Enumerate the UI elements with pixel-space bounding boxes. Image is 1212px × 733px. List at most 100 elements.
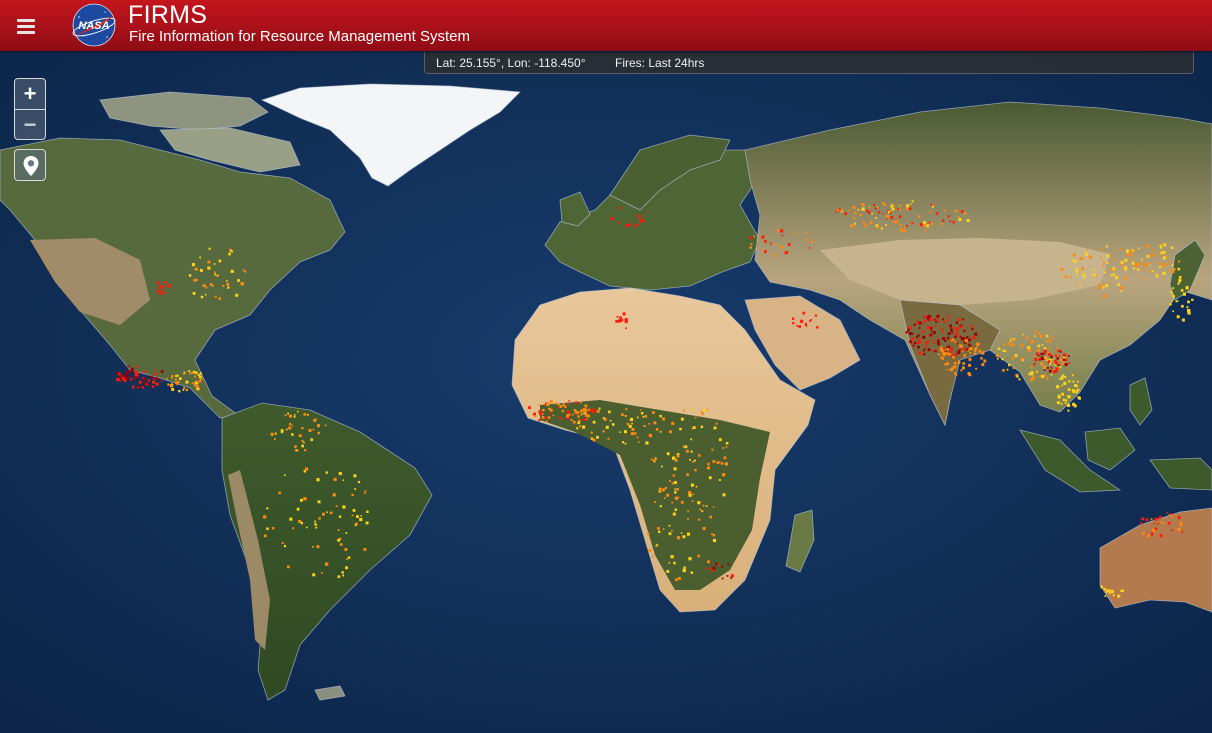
- fire-detection-point: [1106, 261, 1109, 264]
- fire-detection-point: [905, 207, 909, 211]
- fire-detection-point: [769, 242, 772, 245]
- fire-detection-point: [1043, 365, 1047, 369]
- fire-detection-point: [942, 353, 946, 357]
- fire-detection-point: [889, 212, 892, 214]
- fire-detection-point: [590, 409, 594, 413]
- fires-time-filter[interactable]: Fires: Last 24hrs: [615, 52, 704, 74]
- fire-detection-point: [844, 212, 848, 216]
- fire-detection-point: [596, 409, 600, 413]
- fire-detection-point: [610, 217, 614, 221]
- hamburger-menu-icon[interactable]: [12, 12, 40, 40]
- fire-detection-point: [720, 462, 724, 465]
- fire-detection-point: [969, 352, 972, 354]
- fire-detection-point: [625, 327, 627, 330]
- fire-detection-point: [686, 532, 690, 536]
- fire-detection-point: [907, 328, 910, 332]
- fire-detection-point: [576, 427, 579, 430]
- fire-detection-point: [688, 493, 692, 497]
- fire-detection-point: [1079, 257, 1083, 261]
- fire-detection-point: [1008, 363, 1011, 367]
- fire-detection-point: [1001, 358, 1004, 361]
- fire-detection-point: [283, 545, 286, 548]
- fire-detection-point: [1065, 358, 1068, 361]
- fire-detection-point: [1164, 263, 1168, 266]
- fire-detection-point: [941, 357, 944, 360]
- locate-button[interactable]: [14, 149, 46, 181]
- fire-detection-point: [196, 387, 199, 391]
- fire-detection-point: [1171, 515, 1174, 518]
- fire-detection-point: [1161, 265, 1164, 268]
- fire-detection-point: [1040, 362, 1044, 366]
- fire-detection-point: [271, 527, 275, 530]
- fire-detection-point: [1159, 244, 1162, 247]
- fire-detection-point: [1153, 522, 1156, 524]
- fire-detection-point: [1037, 348, 1041, 352]
- fire-detection-point: [364, 490, 367, 492]
- fire-detection-point: [941, 219, 945, 222]
- fire-detection-point: [631, 427, 635, 431]
- fire-detection-point: [676, 454, 680, 458]
- fire-detection-point: [935, 320, 938, 323]
- fire-detection-point: [130, 378, 133, 381]
- fire-detection-point: [573, 409, 577, 412]
- fire-detection-point: [1072, 380, 1075, 383]
- fire-detection-point: [1014, 354, 1018, 357]
- fire-detection-point: [1073, 253, 1076, 257]
- fire-detection-point: [674, 491, 677, 494]
- fire-detection-point: [961, 350, 964, 353]
- fire-detection-point: [335, 505, 338, 507]
- fire-detection-point: [365, 521, 369, 525]
- fire-detection-point: [666, 493, 670, 497]
- fire-detection-point: [183, 371, 186, 374]
- fire-detection-point: [305, 526, 308, 529]
- zoom-in-button[interactable]: +: [15, 79, 45, 109]
- fire-detection-point: [708, 476, 712, 480]
- fire-detection-point: [281, 542, 284, 544]
- fire-detection-point: [1060, 402, 1063, 405]
- fire-detection-point: [672, 512, 676, 516]
- nasa-logo[interactable]: NASA: [69, 3, 119, 47]
- fire-detection-point: [141, 386, 144, 389]
- fire-detection-point: [692, 426, 696, 429]
- world-fire-map[interactable]: [0, 51, 1212, 733]
- fire-detection-point: [936, 314, 940, 318]
- fire-detection-point: [157, 292, 160, 295]
- zoom-out-button[interactable]: −: [15, 110, 45, 139]
- fire-detection-point: [545, 420, 548, 423]
- fire-detection-point: [969, 346, 973, 351]
- fire-detection-point: [978, 349, 982, 353]
- fire-detection-point: [718, 563, 721, 566]
- fire-detection-point: [780, 229, 784, 233]
- fire-detection-point: [169, 384, 173, 388]
- fire-detection-point: [884, 204, 887, 207]
- fire-detection-point: [178, 377, 182, 381]
- fire-detection-point: [724, 462, 728, 466]
- fire-detection-point: [547, 402, 550, 406]
- fire-detection-point: [1156, 261, 1159, 264]
- fire-detection-point: [560, 417, 563, 420]
- fire-detection-point: [1099, 257, 1102, 259]
- fire-detection-point: [905, 331, 908, 334]
- fire-detection-point: [127, 370, 131, 374]
- fire-detection-point: [952, 365, 956, 369]
- map-canvas[interactable]: [0, 51, 1212, 733]
- fire-detection-point: [951, 338, 955, 342]
- fire-detection-point: [1158, 517, 1161, 520]
- fire-detection-point: [353, 474, 357, 478]
- fire-detection-point: [142, 370, 145, 373]
- fire-detection-point: [913, 323, 916, 326]
- fire-detection-point: [207, 260, 211, 264]
- fire-detection-point: [1034, 357, 1038, 361]
- fire-detection-point: [962, 362, 964, 365]
- fire-detection-point: [1011, 343, 1015, 347]
- fire-detection-point: [694, 469, 697, 472]
- fire-detection-point: [1181, 530, 1184, 533]
- fire-detection-point: [707, 462, 710, 466]
- fire-detection-point: [1168, 514, 1171, 516]
- fire-detection-point: [727, 563, 730, 566]
- fire-detection-point: [1034, 335, 1036, 337]
- fire-detection-point: [303, 497, 307, 501]
- fire-detection-point: [671, 482, 674, 485]
- fire-detection-point: [997, 347, 1000, 350]
- fire-detection-point: [125, 377, 129, 381]
